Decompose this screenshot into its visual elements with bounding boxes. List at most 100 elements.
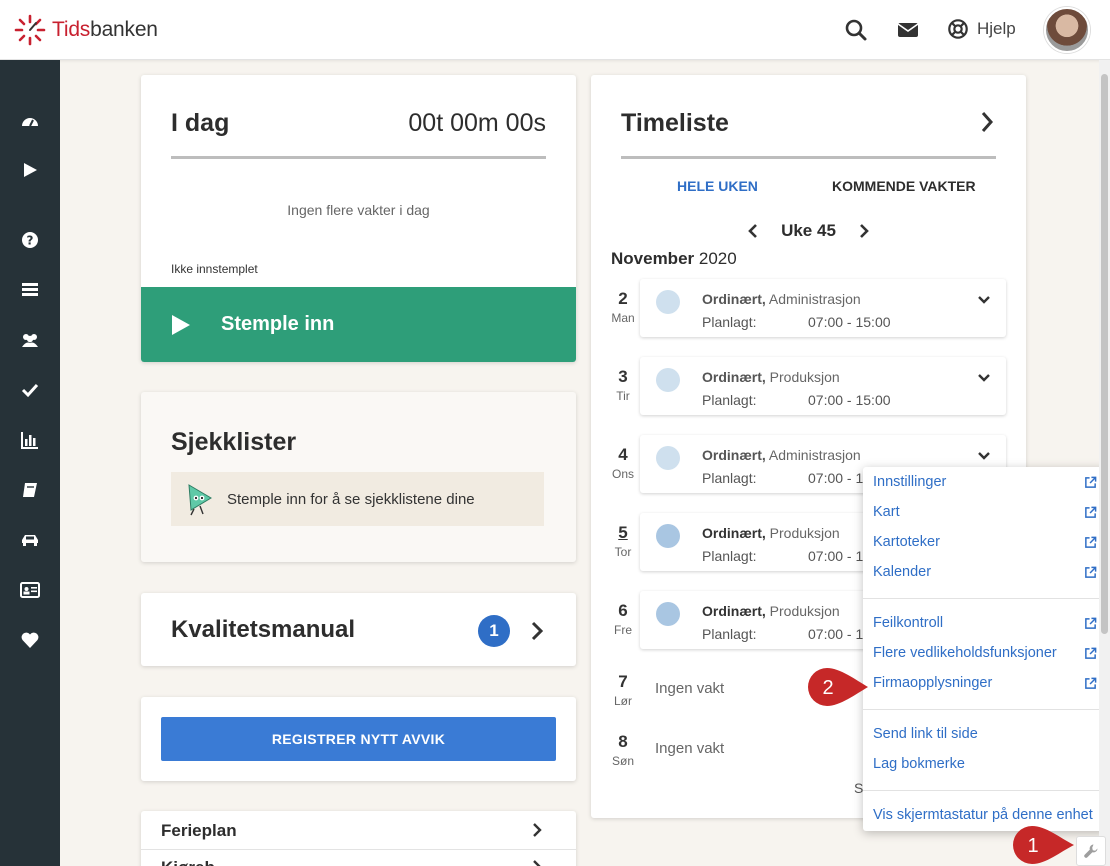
shift-row[interactable]: Ordinært, Produksjon Planlagt: 07:00 - 1…: [640, 357, 1006, 415]
day-name: Søn: [611, 754, 634, 768]
chevron-left-icon[interactable]: [747, 223, 759, 239]
tools-button[interactable]: [1076, 836, 1106, 866]
menu-item-kart[interactable]: Kart: [873, 504, 900, 520]
play-icon[interactable]: [20, 160, 40, 180]
planned-time: 07:00 - 1: [808, 470, 864, 486]
week-navigator: Uke 45: [591, 221, 1026, 241]
top-bar: Tidsbanken Hjelp: [0, 0, 1110, 60]
checklists-title: Sjekklister: [171, 428, 297, 456]
tab-whole-week[interactable]: HELE UKEN: [677, 178, 758, 194]
menu-item-bookmark[interactable]: Lag bokmerke: [873, 756, 965, 772]
menu-item-feilkontroll[interactable]: Feilkontroll: [873, 615, 943, 631]
id-card-icon[interactable]: [20, 580, 40, 600]
chevron-right-icon[interactable]: [530, 621, 544, 641]
menu-item-send-link[interactable]: Send link til side: [873, 726, 978, 742]
planned-label: Planlagt:: [702, 626, 757, 642]
logo-text: Tidsbanken: [52, 18, 158, 41]
stamp-in-label: Stemple inn: [221, 313, 335, 335]
menu-item-screen-keyboard[interactable]: Vis skjermtastatur på denne enhet: [873, 807, 1093, 823]
help-link[interactable]: Hjelp: [947, 18, 1016, 40]
planned-label: Planlagt:: [702, 470, 757, 486]
deviation-card: REGISTRER NYTT AVVIK: [141, 697, 576, 781]
planned-time: 07:00 - 15:00: [808, 314, 891, 330]
day-number: 8: [618, 732, 628, 751]
chevron-right-icon[interactable]: [531, 859, 543, 866]
scrollbar-thumb[interactable]: [1101, 74, 1108, 634]
shift-status-dot: [656, 602, 680, 626]
day-name: Lør: [614, 694, 632, 708]
users-icon[interactable]: [20, 330, 40, 350]
book-icon[interactable]: [20, 480, 40, 500]
day-name: Fre: [614, 623, 632, 637]
list-divider: [141, 849, 576, 850]
menu-separator: [863, 598, 1107, 599]
register-deviation-button[interactable]: REGISTRER NYTT AVVIK: [161, 717, 556, 761]
svg-text:?: ?: [27, 234, 34, 248]
truncated-link[interactable]: S: [854, 780, 863, 796]
stamp-in-button[interactable]: Stemple inn: [141, 287, 576, 362]
wrench-icon: [1084, 844, 1098, 858]
menu-item-vedlikehold[interactable]: Flere vedlikeholdsfunksjoner: [873, 645, 1057, 661]
shift-title: Ordinært, Administrasjon: [702, 291, 861, 307]
chevron-right-icon[interactable]: [858, 223, 870, 239]
quality-manual-title: Kvalitetsmanual: [171, 616, 356, 643]
menu-separator: [863, 790, 1107, 791]
no-shift-text: Ingen vakt: [655, 680, 725, 697]
help-label: Hjelp: [977, 19, 1016, 38]
chevron-down-icon[interactable]: [977, 451, 991, 461]
today-card: I dag 00t 00m 00s Ingen flere vakter i d…: [141, 75, 576, 362]
question-icon[interactable]: ?: [20, 230, 40, 250]
heart-icon[interactable]: [20, 630, 40, 650]
tab-upcoming-shifts[interactable]: KOMMENDE VAKTER: [832, 178, 976, 194]
next-link[interactable]: Kjøreb: [161, 858, 215, 866]
quality-manual-badge: 1: [478, 615, 510, 647]
planned-label: Planlagt:: [702, 392, 757, 408]
mail-icon[interactable]: [896, 18, 920, 42]
chevron-down-icon[interactable]: [977, 295, 991, 305]
shift-title: Ordinært, Produksjon: [702, 369, 840, 385]
ferieplan-link[interactable]: Ferieplan: [161, 821, 237, 841]
check-icon[interactable]: [20, 380, 40, 400]
external-link-icon: [1085, 617, 1097, 629]
menu-item-innstillinger[interactable]: Innstillinger: [873, 474, 946, 490]
tools-menu: Innstillinger Kart Kartoteker Kalender F…: [863, 467, 1107, 831]
shift-title: Ordinært, Produksjon: [702, 603, 840, 619]
checklists-card: Sjekklister Stemple inn for å se sjekkli…: [141, 392, 576, 562]
external-link-icon: [1085, 536, 1097, 548]
lifebuoy-icon: [948, 19, 968, 39]
user-avatar[interactable]: [1044, 7, 1090, 53]
chevron-down-icon[interactable]: [977, 373, 991, 383]
page-scrollbar[interactable]: [1099, 60, 1110, 866]
list-icon[interactable]: [20, 279, 40, 299]
menu-item-firmaopplysninger[interactable]: Firmaopplysninger: [873, 675, 992, 691]
clock-status: Ikke innstemplet: [171, 262, 258, 276]
day-name: Tor: [614, 545, 632, 559]
shift-row[interactable]: Ordinært, Administrasjon Planlagt: 07:00…: [640, 279, 1006, 337]
day-name: Man: [611, 311, 635, 325]
play-icon: [172, 314, 190, 335]
chevron-right-icon[interactable]: [980, 111, 994, 133]
today-divider: [171, 156, 546, 159]
car-icon[interactable]: [20, 530, 40, 550]
menu-item-kartoteker[interactable]: Kartoteker: [873, 534, 940, 550]
search-icon[interactable]: [844, 18, 868, 42]
chevron-right-icon[interactable]: [531, 822, 543, 838]
callout-marker-1: 1: [1013, 826, 1074, 864]
dashboard-icon[interactable]: [20, 112, 40, 132]
planned-time: 07:00 - 1: [808, 548, 864, 564]
day-name: Tir: [616, 389, 630, 403]
bar-chart-icon[interactable]: [20, 430, 40, 450]
shift-title: Ordinært, Produksjon: [702, 525, 840, 541]
no-shift-text: Ingen vakt: [655, 740, 725, 757]
day-number: 2: [618, 289, 628, 308]
tidsbanken-logo[interactable]: Tidsbanken: [14, 14, 158, 46]
mascot-icon: [188, 484, 212, 516]
links-card: Ferieplan Kjøreb: [141, 811, 576, 866]
callout-number: 1: [1027, 835, 1038, 857]
menu-item-kalender[interactable]: Kalender: [873, 564, 931, 580]
external-link-icon: [1085, 677, 1097, 689]
timesheet-divider: [621, 156, 996, 159]
day-number: 7: [618, 672, 628, 691]
quality-manual-card[interactable]: Kvalitetsmanual 1: [141, 593, 576, 666]
shift-status-dot: [656, 368, 680, 392]
